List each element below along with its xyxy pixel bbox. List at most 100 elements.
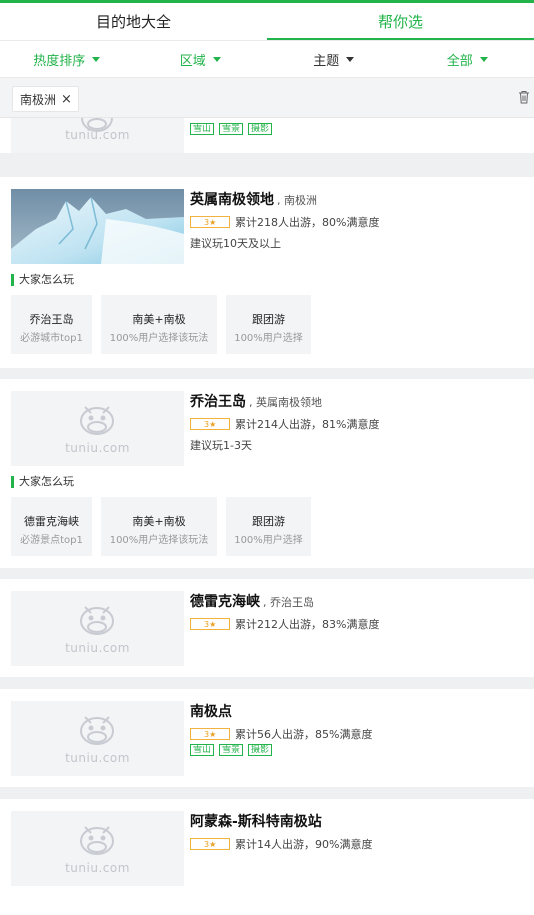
destination-region: , 南极洲 — [277, 194, 317, 207]
destination-thumbnail: tuniu.com — [11, 118, 184, 153]
destination-card[interactable]: tuniu.com 南极点 3★ 累计56人出游，85%满意度 雪山 雪景 摄影 — [0, 689, 534, 787]
name-text: 南极点 — [190, 704, 232, 720]
play-sub: 100%用户选择 — [234, 333, 303, 344]
caret-down-icon — [346, 56, 355, 62]
play-sub: 100%用户选择该玩法 — [109, 535, 209, 546]
theme-tag: 摄影 — [248, 123, 273, 135]
caret-down-icon — [212, 56, 221, 62]
theme-tags: 雪山 雪景 摄影 — [190, 123, 277, 135]
play-options: 乔治王岛必游城市top1 南美+南极 100%用户选择该玩法 跟团游 100%用户选… — [0, 295, 534, 354]
destination-region: , 英属南极领地 — [249, 396, 322, 409]
filter-label: 主题 — [313, 53, 340, 69]
play-options: 德雷克海峡必游景点top1 南美+南极 100%用户选择该玩法 跟团游 100%用户… — [0, 497, 534, 556]
filter-bar: 热度排序 区域 主题 全部 — [0, 40, 534, 78]
stats-text: 累计212人出游，83%满意度 — [235, 618, 380, 631]
play-option[interactable]: 德雷克海峡必游景点top1 — [11, 497, 92, 556]
tab-destinations[interactable]: 目的地大全 — [0, 3, 267, 40]
destination-stats: 3★ 累计218人出游，80%满意度 — [190, 214, 379, 230]
filter-label: 区域 — [179, 53, 206, 69]
level-badge: 3★ — [190, 216, 230, 228]
destination-name[interactable]: 英属南极领地, 南极洲 — [190, 189, 317, 209]
watermark-text: tuniu.com — [65, 751, 130, 765]
play-option[interactable]: 南美+南极 100%用户选择该玩法 — [101, 497, 217, 556]
level-badge: 3★ — [190, 838, 230, 850]
caret-down-icon — [92, 56, 101, 62]
tab-label: 帮你选 — [377, 13, 423, 31]
play-sub: 100%用户选择 — [234, 535, 303, 546]
watermark-text: tuniu.com — [65, 861, 130, 875]
theme-tag: 雪山 — [190, 744, 215, 756]
destination-photo — [11, 189, 184, 264]
filter-all[interactable]: 全部 — [401, 41, 534, 77]
theme-tag: 摄影 — [248, 744, 273, 756]
iceberg-photo — [11, 189, 184, 264]
destination-thumbnail: tuniu.com — [11, 701, 184, 776]
destination-thumbnail: tuniu.com — [11, 391, 184, 466]
watermark-text: tuniu.com — [65, 128, 130, 142]
level-badge: 3★ — [190, 618, 230, 630]
name-text: 德雷克海峡 — [190, 594, 260, 610]
destination-card[interactable]: tuniu.com 德雷克海峡, 乔治王岛 3★ 累计212人出游，83%满意度 — [0, 579, 534, 677]
play-sub: 必游景点top1 — [20, 535, 83, 546]
play-option[interactable]: 乔治王岛必游城市top1 — [11, 295, 92, 354]
destination-stats: 3★ 累计56人出游，85%满意度 — [190, 726, 372, 742]
destination-card[interactable]: tuniu.com 阿蒙森-斯科特南极站 3★ 累计14人出游，90%满意度 — [0, 799, 534, 915]
tab-label: 目的地大全 — [95, 13, 171, 31]
play-option[interactable]: 南美+南极 100%用户选择该玩法 — [101, 295, 217, 354]
level-badge: 3★ — [190, 418, 230, 430]
destination-stats: 3★ 累计14人出游，90%满意度 — [190, 836, 372, 852]
destination-stats: 3★ 累计212人出游，83%满意度 — [190, 616, 379, 632]
destination-name[interactable]: 阿蒙森-斯科特南极站 — [190, 811, 322, 831]
theme-tag: 雪景 — [219, 744, 244, 756]
destination-name[interactable]: 德雷克海峡, 乔治王岛 — [190, 591, 314, 611]
destination-stats: 3★ 累计214人出游，81%满意度 — [190, 416, 379, 432]
play-title: 乔治王岛 — [29, 313, 74, 326]
name-text: 英属南极领地 — [190, 192, 274, 208]
chip-label: 南极洲 — [20, 92, 57, 107]
theme-tags: 雪山 雪景 摄影 — [190, 744, 277, 756]
destination-card-partial[interactable]: tuniu.com 雪山 雪景 摄影 — [0, 118, 534, 153]
destination-card[interactable]: tuniu.com 乔治王岛, 英属南极领地 3★ 累计214人出游，81%满意度… — [0, 379, 534, 568]
theme-tag: 雪景 — [219, 123, 244, 135]
destination-thumbnail: tuniu.com — [11, 811, 184, 886]
filter-label: 热度排序 — [33, 53, 86, 69]
play-title: 跟团游 — [252, 313, 285, 326]
filter-label: 全部 — [446, 53, 473, 69]
destination-region: , 乔治王岛 — [263, 596, 314, 609]
play-option[interactable]: 跟团游 100%用户选择 — [226, 497, 311, 556]
name-text: 乔治王岛 — [190, 394, 246, 410]
filter-sort-popularity[interactable]: 热度排序 — [0, 41, 134, 77]
play-title: 德雷克海峡 — [24, 515, 79, 528]
filter-theme[interactable]: 主题 — [267, 41, 401, 77]
destination-list: tuniu.com 雪山 雪景 摄影 英属南极领地 , 南极洲 3★ 累计218… — [0, 118, 534, 915]
tab-help-choose[interactable]: 帮你选 — [267, 3, 534, 40]
destination-name[interactable]: 乔治王岛, 英属南极领地 — [190, 391, 322, 411]
stats-text: 累计14人出游，90%满意度 — [235, 838, 373, 851]
play-option[interactable]: 跟团游 100%用户选择 — [226, 295, 311, 354]
suggested-duration: 建议玩10天及以上 — [190, 237, 281, 250]
how-to-play-label: 大家怎么玩 — [11, 476, 74, 488]
level-badge: 3★ — [190, 728, 230, 740]
selected-tag-chip[interactable]: 南极洲 × — [12, 86, 79, 112]
watermark-text: tuniu.com — [65, 641, 130, 655]
trash-icon[interactable] — [518, 90, 530, 104]
name-text: 阿蒙森-斯科特南极站 — [190, 814, 322, 830]
watermark-text: tuniu.com — [65, 441, 130, 455]
stats-text: 累计214人出游，81%满意度 — [235, 418, 380, 431]
close-icon[interactable]: × — [61, 92, 72, 107]
play-title: 南美+南极 — [132, 313, 186, 326]
selected-tags-bar: 南极洲 × — [0, 78, 534, 118]
destination-card[interactable]: 英属南极领地, 南极洲 3★ 累计218人出游，80%满意度 建议玩10天及以上 … — [0, 177, 534, 368]
play-title: 跟团游 — [252, 515, 285, 528]
destination-name[interactable]: 南极点 — [190, 701, 232, 721]
caret-down-icon — [479, 56, 488, 62]
destination-thumbnail: tuniu.com — [11, 591, 184, 666]
top-tabs: 目的地大全 帮你选 — [0, 3, 534, 40]
suggested-duration: 建议玩1-3天 — [190, 439, 252, 452]
play-title: 南美+南极 — [132, 515, 186, 528]
play-sub: 100%用户选择该玩法 — [109, 333, 209, 344]
stats-text: 累计56人出游，85%满意度 — [235, 728, 373, 741]
filter-region[interactable]: 区域 — [134, 41, 268, 77]
theme-tag: 雪山 — [190, 123, 215, 135]
play-sub: 必游城市top1 — [20, 333, 83, 344]
